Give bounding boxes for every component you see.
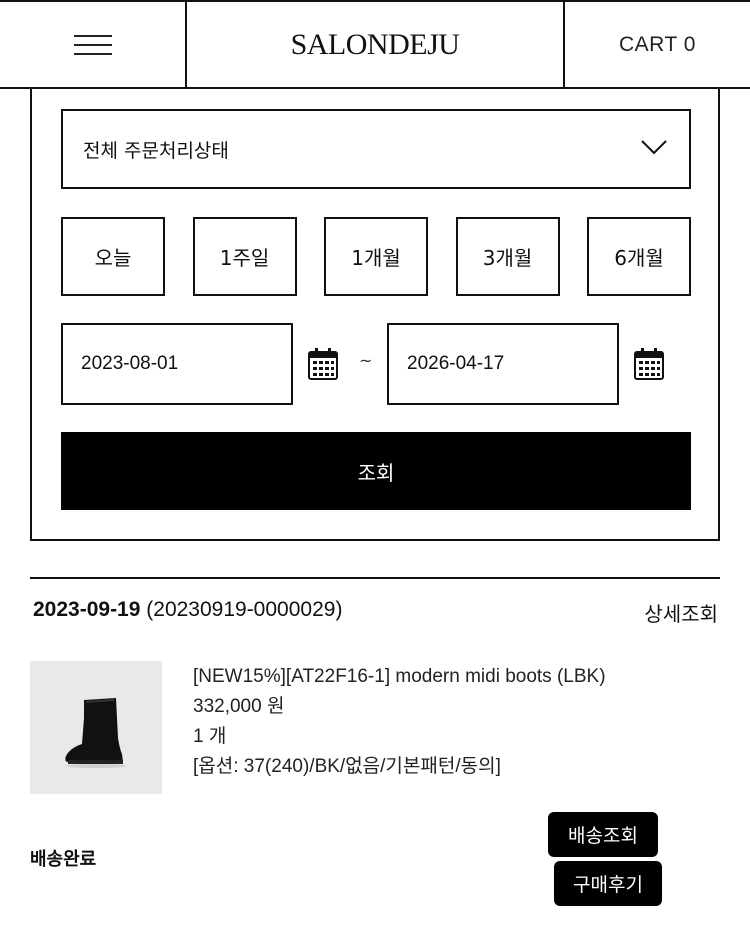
date-to-input[interactable]: 2026-04-17 [387, 323, 619, 405]
calendar-icon[interactable] [633, 347, 665, 381]
product-info: [NEW15%][AT22F16-1] modern midi boots (L… [193, 662, 606, 782]
order-filter-panel: 전체 주문처리상태 오늘 1주일 1개월 3개월 6개월 2023-08-01 … [30, 87, 720, 541]
period-1month-button[interactable]: 1개월 [324, 217, 428, 296]
order-date: 2023-09-19 [33, 598, 141, 621]
order-header: 2023-09-19 (20230919-0000029) [33, 598, 342, 622]
order-detail-link[interactable]: 상세조회 [644, 598, 718, 627]
cart-link[interactable]: CART 0 [563, 2, 750, 87]
calendar-icon[interactable] [307, 347, 339, 381]
product-name[interactable]: [NEW15%][AT22F16-1] modern midi boots (L… [193, 662, 606, 692]
boot-image [65, 697, 126, 768]
delivery-status: 배송완료 [30, 849, 97, 870]
date-from-input[interactable]: 2023-08-01 [61, 323, 293, 405]
cart-count: 0 [683, 32, 696, 56]
search-button[interactable]: 조회 [61, 432, 691, 510]
product-quantity: 1 개 [193, 726, 227, 747]
period-3months-button[interactable]: 3개월 [455, 217, 560, 296]
period-today-button[interactable]: 오늘 [61, 217, 165, 296]
period-buttons: 오늘 1주일 1개월 3개월 6개월 [61, 217, 691, 297]
hamburger-menu-icon [73, 34, 112, 55]
chevron-down-icon [641, 140, 667, 155]
order-status-select[interactable]: 전체 주문처리상태 [61, 109, 691, 189]
track-delivery-button[interactable]: 배송조회 [548, 812, 658, 857]
write-review-button[interactable]: 구매후기 [554, 861, 662, 906]
period-6months-button[interactable]: 6개월 [587, 217, 691, 296]
date-separator: ~ [359, 351, 373, 370]
site-header: SALONDEJU CART 0 [0, 0, 750, 89]
section-divider [30, 577, 720, 579]
site-logo[interactable]: SALONDEJU [187, 2, 563, 87]
period-1week-button[interactable]: 1주일 [192, 217, 297, 296]
order-status-select-value: 전체 주문처리상태 [83, 139, 229, 162]
date-range: 2023-08-01 ~ 2026-04-17 [61, 323, 691, 405]
order-number: (20230919-0000029) [146, 598, 343, 621]
product-options: [옵션: 37(240)/BK/없음/기본패턴/동의] [193, 756, 501, 777]
menu-button[interactable] [0, 2, 187, 87]
cart-label: CART [619, 32, 678, 56]
product-thumbnail[interactable] [30, 661, 162, 794]
product-price: 332,000 원 [193, 696, 285, 717]
